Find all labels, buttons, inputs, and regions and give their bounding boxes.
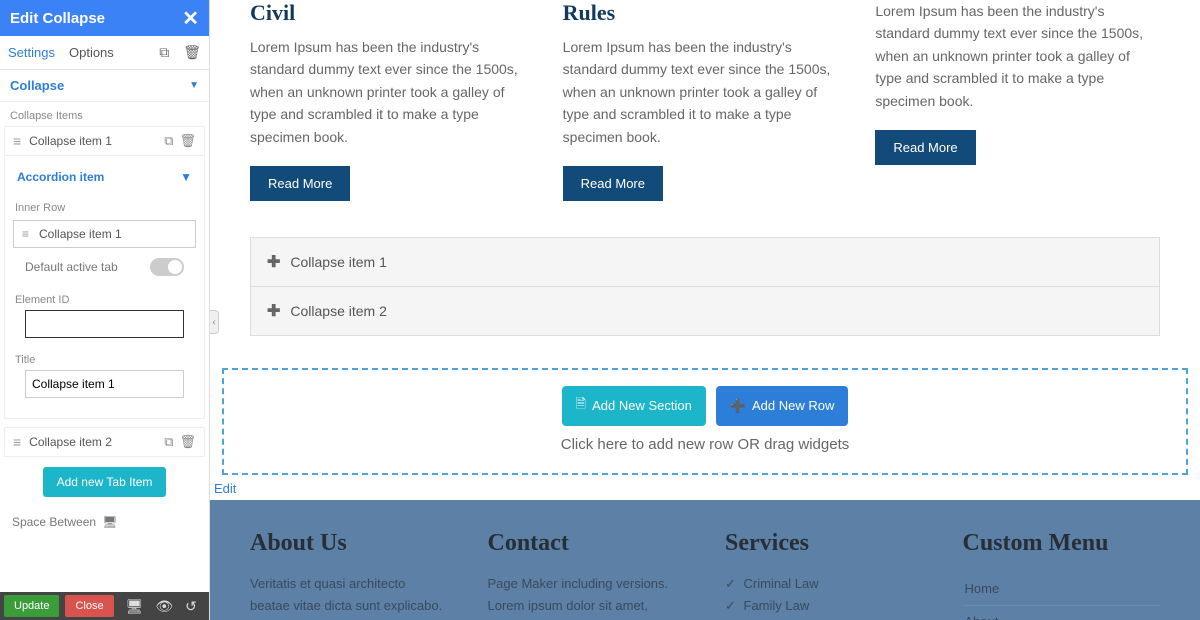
collapse-item-1-panel: Accordion item▼ Inner Row ≡ Collapse ite… [4,156,205,419]
footer-heading: Services [725,530,923,557]
trash-icon[interactable]: 🗑 [183,44,201,61]
add-section-button[interactable]: 🗎Add New Section [562,386,706,426]
inner-row-label: Inner Row [13,194,196,218]
desktop-icon[interactable]: 🖥 [102,515,117,529]
drop-hint: Click here to add new row OR drag widget… [224,436,1186,453]
footer-text: Veritatis et quasi architecto beatae vit… [250,573,448,620]
element-id-label: Element ID [13,286,196,310]
card-3: Lorem Ipsum has been the industry's stan… [875,0,1160,201]
copy-icon[interactable]: ⧉ [164,434,173,450]
element-id-input[interactable] [25,310,184,338]
footer-text: Page Maker including versions. Lorem ips… [488,573,686,620]
collapse-items-label: Collapse Items [0,102,209,126]
footer-heading: Custom Menu [963,530,1161,557]
card-body: Lorem Ipsum has been the industry's stan… [250,36,535,148]
edit-sidebar: Edit Collapse ✕ Settings Options ⧉ 🗑 Col… [0,0,210,620]
edit-link[interactable]: Edit [214,481,1200,496]
read-more-button[interactable]: Read More [250,166,350,201]
card-rules: Rules Lorem Ipsum has been the industry'… [563,0,848,201]
accordion-item-header[interactable]: Accordion item▼ [13,164,196,194]
desktop-icon[interactable]: 🖥 [126,598,144,615]
plus-icon: ✚ [267,301,280,321]
plus-icon: ✚ [267,252,280,272]
footer-contact: Contact Page Maker including versions. L… [488,530,686,620]
collapse-item-1[interactable]: ≡ Collapse item 1 ⧉ 🗑 [4,126,205,156]
sidebar-collapse-handle[interactable]: ‹ [210,310,219,334]
collapse-row-1[interactable]: ✚Collapse item 1 [251,238,1159,287]
drag-icon[interactable]: ≡ [22,227,29,241]
default-active-tab-row: Default active tab [13,248,196,286]
card-body: Lorem Ipsum has been the industry's stan… [875,0,1160,112]
drag-icon[interactable]: ≡ [13,434,21,450]
title-input[interactable] [25,370,184,398]
collapse-row-2[interactable]: ✚Collapse item 2 [251,287,1159,335]
cards-row: Civil Lorem Ipsum has been the industry'… [210,0,1200,201]
sidebar-tabs: Settings Options ⧉ 🗑 [0,36,209,70]
footer: About Us Veritatis et quasi architecto b… [210,500,1200,620]
plus-circle-icon: ➕ [730,398,746,414]
service-link[interactable]: Family Law [725,595,923,617]
menu-link[interactable]: About [963,606,1161,620]
tab-options[interactable]: Options [69,45,114,60]
update-button[interactable]: Update [4,595,59,617]
close-button[interactable]: Close [65,595,113,617]
card-body: Lorem Ipsum has been the industry's stan… [563,36,848,148]
close-icon[interactable]: ✕ [182,6,199,31]
sidebar-title: Edit Collapse [10,10,105,27]
menu-link[interactable]: Home [963,573,1161,606]
service-link[interactable]: Criminal Law [725,573,923,595]
trash-icon[interactable]: 🗑 [179,133,196,149]
add-tab-button[interactable]: Add new Tab Item [43,467,167,497]
title-label: Title [13,346,196,370]
chevron-down-icon: ▼ [180,170,192,184]
inner-row[interactable]: ≡ Collapse item 1 [13,220,196,248]
copy-icon[interactable]: ⧉ [159,44,169,61]
chevron-down-icon: ▼ [189,80,199,91]
add-row-button[interactable]: ➕Add New Row [716,386,849,426]
read-more-button[interactable]: Read More [563,166,663,201]
card-title: Rules [563,0,848,26]
sidebar-footer: Update Close 🖥 👁 ↺ ♆ [0,592,209,620]
trash-icon[interactable]: 🗑 [179,434,196,450]
canvas: ‹ Civil Lorem Ipsum has been the industr… [210,0,1200,620]
sidebar-header: Edit Collapse ✕ [0,0,209,36]
tab-settings[interactable]: Settings [8,45,55,60]
footer-services: Services Criminal Law Family Law Divorce… [725,530,923,620]
collapse-item-2[interactable]: ≡ Collapse item 2 ⧉ 🗑 [4,427,205,457]
footer-menu: Custom Menu Home About Blog Contact Prac… [963,530,1161,620]
footer-heading: Contact [488,530,686,557]
default-active-toggle[interactable] [150,258,184,276]
file-icon: 🗎 [576,395,586,417]
collapse-widget: ✚Collapse item 1 ✚Collapse item 2 [250,237,1160,336]
read-more-button[interactable]: Read More [875,130,975,165]
card-civil: Civil Lorem Ipsum has been the industry'… [250,0,535,201]
drag-icon[interactable]: ≡ [13,133,21,149]
section-collapse[interactable]: Collapse▼ [0,70,209,102]
add-zone[interactable]: 🗎Add New Section ➕Add New Row Click here… [222,368,1188,475]
card-title: Civil [250,0,535,26]
eye-icon[interactable]: 👁 [155,598,173,615]
footer-heading: About Us [250,530,448,557]
undo-icon[interactable]: ↺ [185,598,197,615]
footer-about: About Us Veritatis et quasi architecto b… [250,530,448,620]
space-between-label: Space Between🖥 [0,507,209,531]
copy-icon[interactable]: ⧉ [164,133,173,149]
